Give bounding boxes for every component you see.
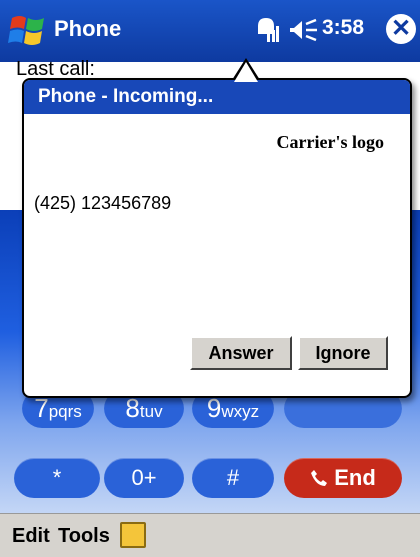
key-7-letters: pqrs bbox=[48, 402, 82, 421]
key-hash-digit: # bbox=[226, 465, 240, 490]
end-call-button[interactable]: End bbox=[284, 458, 402, 498]
notes-icon[interactable] bbox=[120, 522, 146, 548]
title-bar: Phone 3:58 ✕ bbox=[0, 0, 420, 62]
key-8-letters: tuv bbox=[139, 402, 163, 421]
end-label: End bbox=[334, 465, 376, 490]
key-0[interactable]: 0+ bbox=[104, 458, 184, 498]
bubble-tip-inner bbox=[234, 62, 258, 82]
incoming-call-dialog: Phone - Incoming... Carrier's logo (425)… bbox=[22, 78, 412, 398]
dialog-title: Phone - Incoming... bbox=[38, 86, 214, 107]
ignore-button[interactable]: Ignore bbox=[298, 336, 388, 370]
key-0-digit: 0+ bbox=[131, 465, 157, 490]
app-title: Phone bbox=[54, 16, 122, 41]
menu-edit[interactable]: Edit bbox=[12, 525, 50, 548]
windows-start-icon[interactable] bbox=[8, 12, 48, 50]
answer-button[interactable]: Answer bbox=[190, 336, 292, 370]
caller-number: (425) 123456789 bbox=[34, 193, 172, 213]
carrier-logo: Carrier's logo bbox=[276, 132, 384, 152]
dialog-header: Phone - Incoming... bbox=[24, 80, 410, 114]
clock[interactable]: 3:58 bbox=[322, 16, 364, 40]
close-icon[interactable]: ✕ bbox=[386, 14, 416, 44]
key-hash[interactable]: # bbox=[192, 458, 274, 498]
menu-tools[interactable]: Tools bbox=[58, 525, 110, 548]
speaker-icon[interactable] bbox=[290, 17, 318, 43]
menu-bar: Edit Tools bbox=[0, 513, 420, 557]
key-star[interactable]: * bbox=[14, 458, 100, 498]
key-9-letters: wxyz bbox=[221, 402, 260, 421]
key-star-digit: * bbox=[52, 465, 62, 490]
signal-icon[interactable] bbox=[254, 16, 280, 44]
phone-handset-icon bbox=[311, 470, 328, 486]
close-glyph: ✕ bbox=[390, 15, 412, 42]
phone-screen: Phone 3:58 ✕ Last call: 7pqrs 8tuv 9wxyz… bbox=[0, 0, 420, 557]
